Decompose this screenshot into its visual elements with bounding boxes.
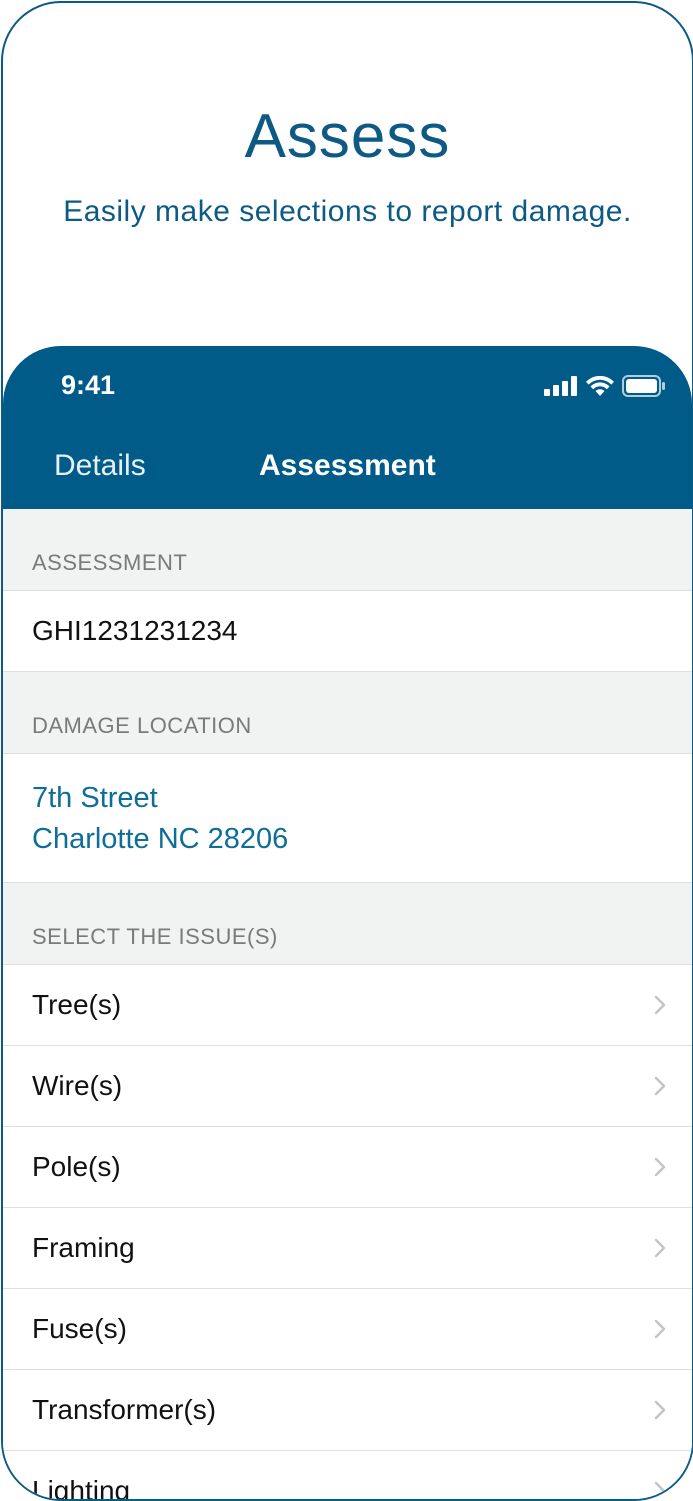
phone-screen: 9:41 Details Assessment ASSESSMENT GHI12… bbox=[3, 346, 692, 1501]
issue-label: Wire(s) bbox=[32, 1070, 123, 1101]
issue-row-lighting[interactable]: Lighting bbox=[3, 1451, 692, 1501]
battery-icon bbox=[622, 374, 666, 402]
tab-details[interactable]: Details bbox=[54, 449, 146, 483]
chevron-right-icon bbox=[654, 995, 666, 1015]
status-time: 9:41 bbox=[61, 370, 116, 400]
issue-row-trees[interactable]: Tree(s) bbox=[3, 965, 692, 1046]
address-line-street: 7th Street bbox=[32, 782, 158, 814]
issue-label: Lighting bbox=[32, 1475, 131, 1501]
content-list: ASSESSMENT GHI1231231234 DAMAGE LOCATION… bbox=[3, 509, 692, 1501]
promo-subtitle: Easily make selections to report damage. bbox=[63, 195, 632, 228]
assessment-id-row: GHI1231231234 bbox=[3, 591, 692, 672]
issue-row-transformers[interactable]: Transformer(s) bbox=[3, 1370, 692, 1451]
status-icons bbox=[544, 374, 666, 402]
section-header-assessment: ASSESSMENT bbox=[3, 509, 692, 591]
chevron-right-icon bbox=[654, 1076, 666, 1096]
promo-title: Assess bbox=[244, 102, 451, 171]
damage-location-address[interactable]: 7th Street Charlotte NC 28206 bbox=[32, 778, 288, 860]
issue-row-fuses[interactable]: Fuse(s) bbox=[3, 1289, 692, 1370]
issue-label: Fuse(s) bbox=[32, 1313, 127, 1344]
cellular-signal-icon bbox=[544, 375, 578, 401]
tab-assessment[interactable]: Assessment bbox=[259, 449, 436, 483]
section-header-damage-location: DAMAGE LOCATION bbox=[3, 672, 692, 754]
chevron-right-icon bbox=[654, 1157, 666, 1177]
chevron-right-icon bbox=[654, 1319, 666, 1339]
issue-row-framing[interactable]: Framing bbox=[3, 1208, 692, 1289]
section-header-label: SELECT THE ISSUE(S) bbox=[32, 924, 278, 949]
assessment-id-value: GHI1231231234 bbox=[32, 615, 238, 646]
address-line-city: Charlotte NC 28206 bbox=[32, 823, 289, 855]
section-header-label: ASSESSMENT bbox=[32, 550, 188, 575]
chevron-right-icon bbox=[654, 1238, 666, 1258]
issue-label: Transformer(s) bbox=[32, 1394, 217, 1425]
wifi-icon bbox=[586, 375, 614, 401]
chevron-right-icon bbox=[654, 1481, 666, 1499]
chevron-right-icon bbox=[654, 1400, 666, 1420]
damage-location-row[interactable]: 7th Street Charlotte NC 28206 bbox=[3, 754, 692, 883]
section-header-issues: SELECT THE ISSUE(S) bbox=[3, 883, 692, 965]
issue-label: Framing bbox=[32, 1232, 135, 1263]
section-header-label: DAMAGE LOCATION bbox=[32, 713, 252, 738]
device-frame: Assess Easily make selections to report … bbox=[1, 1, 693, 1501]
issue-label: Tree(s) bbox=[32, 989, 122, 1020]
issue-row-poles[interactable]: Pole(s) bbox=[3, 1127, 692, 1208]
issue-row-wires[interactable]: Wire(s) bbox=[3, 1046, 692, 1127]
issue-label: Pole(s) bbox=[32, 1151, 121, 1182]
navigation-bar: 9:41 Details Assessment bbox=[3, 346, 692, 509]
